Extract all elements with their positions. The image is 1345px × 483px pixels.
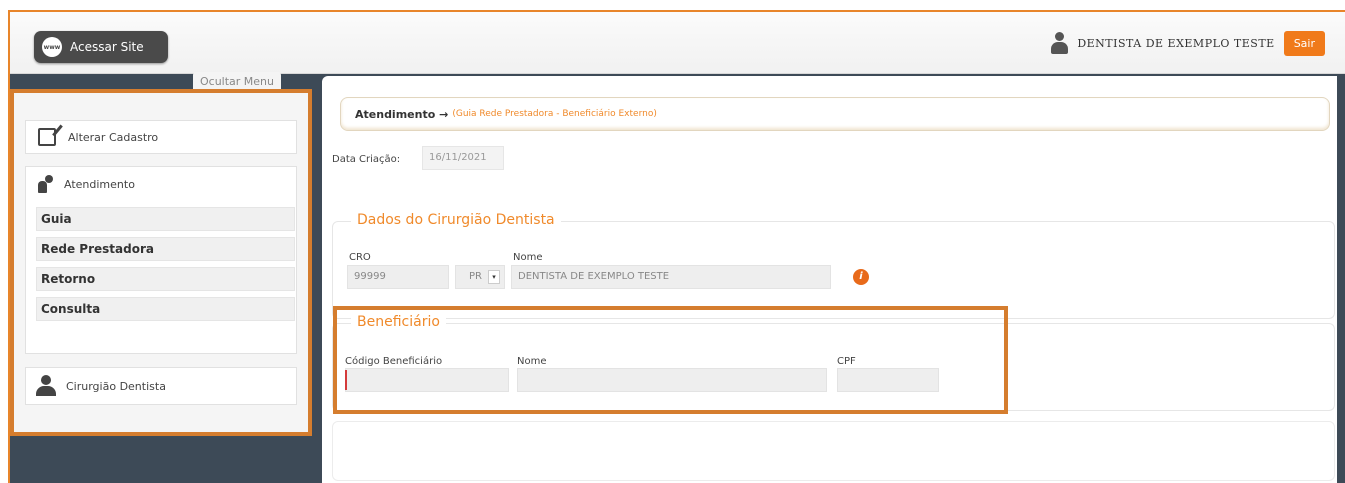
dentist-user-icon: [36, 375, 56, 397]
sidebar-item-cirurgiao-dentista[interactable]: Cirurgião Dentista: [25, 367, 297, 405]
sidebar-item-label: Cirurgião Dentista: [66, 379, 166, 393]
dentista-nome-label: Nome: [513, 252, 543, 263]
access-site-label: Acessar Site: [70, 40, 144, 54]
beneficiario-highlight: [333, 306, 1008, 414]
sidebar-item-alterar-cadastro[interactable]: Alterar Cadastro: [25, 120, 297, 154]
dentist-chair-icon: [36, 175, 54, 193]
chevron-down-icon[interactable]: ▾: [488, 270, 500, 284]
cro-field[interactable]: 99999: [347, 265, 449, 289]
sidebar-subitem-guia[interactable]: Guia: [36, 207, 295, 231]
dentista-section-title: Dados do Cirurgião Dentista: [351, 212, 561, 228]
sidebar-item-label: Alterar Cadastro: [68, 130, 159, 144]
data-criacao-label: Data Criação:: [332, 154, 401, 165]
top-bar: www Acessar Site DENTISTA DE EXEMPLO TES…: [10, 12, 1345, 74]
sidebar: Alterar Cadastro Atendimento Guia Rede P…: [10, 89, 312, 436]
dentista-nome-field: DENTISTA DE EXEMPLO TESTE: [511, 265, 831, 289]
breadcrumb-title: Atendimento →: [355, 107, 449, 121]
main-content: Atendimento → (Guia Rede Prestadora - Be…: [322, 76, 1337, 483]
sidebar-subitem-rede-prestadora[interactable]: Rede Prestadora: [36, 237, 295, 261]
bottom-panel: [332, 421, 1335, 481]
user-name: DENTISTA DE EXEMPLO TESTE: [1077, 37, 1275, 50]
sidebar-item-atendimento[interactable]: Atendimento: [26, 167, 296, 201]
breadcrumb: Atendimento → (Guia Rede Prestadora - Be…: [340, 97, 1330, 131]
globe-www-icon: www: [42, 37, 62, 57]
info-icon[interactable]: i: [853, 269, 869, 285]
sidebar-item-label: Atendimento: [64, 177, 135, 191]
breadcrumb-subtitle: (Guia Rede Prestadora - Beneficiário Ext…: [452, 109, 657, 119]
exit-button[interactable]: Sair: [1283, 31, 1325, 56]
edit-icon: [38, 128, 56, 146]
user-icon: [1051, 32, 1069, 55]
access-site-button[interactable]: www Acessar Site: [34, 31, 168, 63]
data-criacao-field: 16/11/2021: [422, 146, 504, 170]
sidebar-group-atendimento: Atendimento Guia Rede Prestadora Retorno…: [25, 166, 297, 354]
cro-label: CRO: [349, 252, 371, 263]
dentista-section: Dados do Cirurgião Dentista CRO 99999 PR…: [332, 212, 1335, 319]
sidebar-subitem-consulta[interactable]: Consulta: [36, 297, 295, 321]
user-area: DENTISTA DE EXEMPLO TESTE Sair: [1051, 31, 1325, 56]
sidebar-subitem-retorno[interactable]: Retorno: [36, 267, 295, 291]
